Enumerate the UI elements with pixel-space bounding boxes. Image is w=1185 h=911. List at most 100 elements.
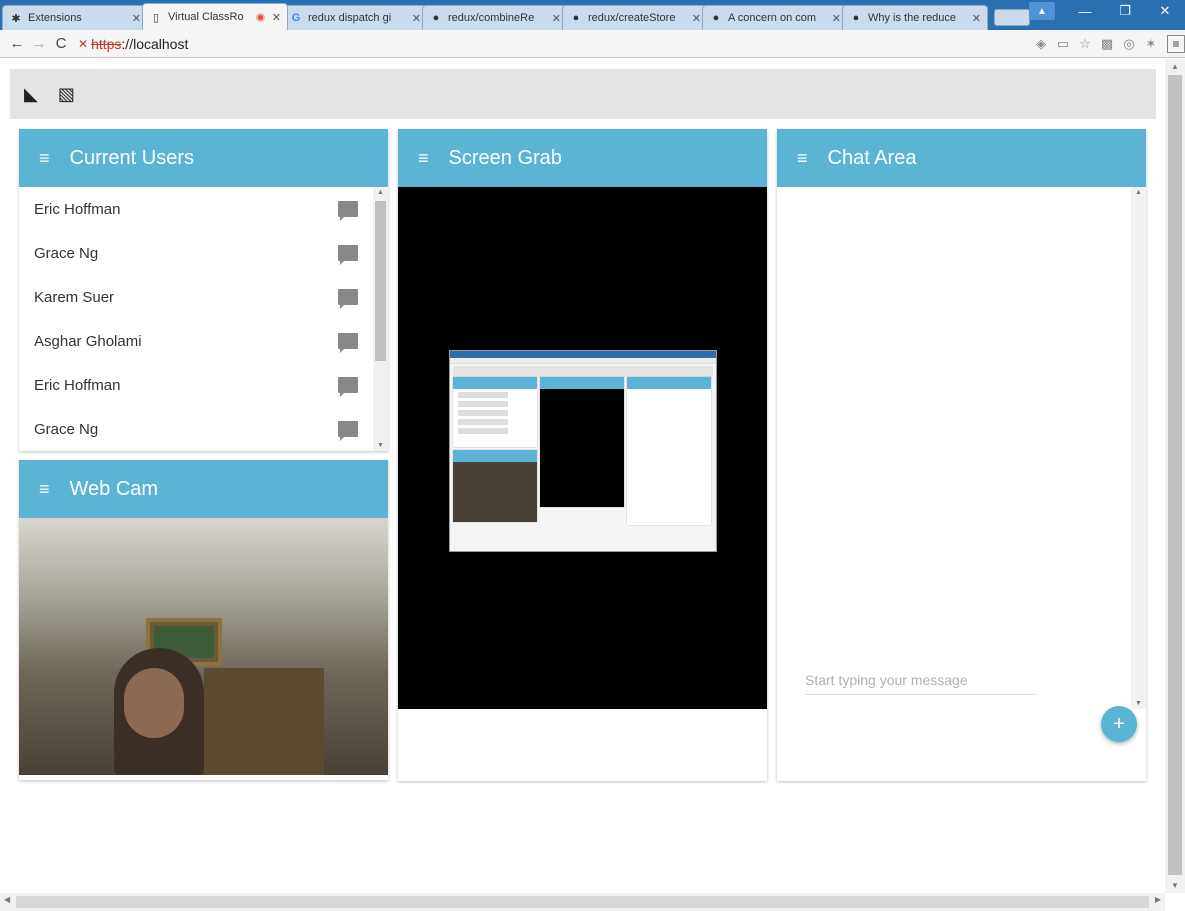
- tab-title: Virtual ClassRo: [168, 11, 244, 23]
- card-header: ≡ Current Users: [19, 129, 388, 187]
- extension-icon[interactable]: ▩: [1099, 36, 1115, 52]
- tab-title: A concern on com: [728, 12, 817, 24]
- close-tab-icon[interactable]: ✕: [272, 11, 281, 24]
- chat-bubble-icon[interactable]: [338, 245, 358, 265]
- list-item[interactable]: Eric Hoffman: [19, 187, 388, 231]
- shelf: [204, 668, 324, 775]
- browser-tab[interactable]: ● redux/createStore ✕: [562, 5, 708, 30]
- forward-icon[interactable]: →: [28, 35, 50, 52]
- tab-title: redux/combineRe: [448, 12, 535, 24]
- puzzle-icon: ✱: [11, 12, 21, 25]
- browser-tabstrip: ✱ Extensions ✕ ▯ Virtual ClassRo ✕ G red…: [0, 0, 1185, 30]
- chat-message-input[interactable]: [805, 666, 1037, 695]
- close-tab-icon[interactable]: ✕: [552, 12, 561, 25]
- insecure-lock-icon[interactable]: ✕: [78, 37, 88, 51]
- scroll-down-icon[interactable]: ▼: [1131, 700, 1146, 707]
- close-tab-icon[interactable]: ✕: [132, 12, 141, 25]
- browser-tab[interactable]: ● Why is the reduce ✕: [842, 5, 988, 30]
- scrollbar-thumb[interactable]: [375, 201, 386, 361]
- address-bar[interactable]: ✕ https://localhost: [78, 33, 1033, 55]
- github-icon: ●: [432, 12, 440, 24]
- tab-title: redux/createStore: [588, 12, 676, 24]
- star-icon[interactable]: ☆: [1077, 36, 1093, 52]
- chat-bubble-icon[interactable]: [338, 377, 358, 397]
- video-off-icon[interactable]: ◣: [24, 84, 38, 105]
- profile-icon[interactable]: ▲: [1029, 2, 1055, 20]
- close-tab-icon[interactable]: ✕: [972, 12, 981, 25]
- mini-row: [458, 410, 509, 416]
- browser-tab[interactable]: ● A concern on com ✕: [702, 5, 848, 30]
- scroll-up-icon[interactable]: ▲: [1131, 189, 1146, 196]
- send-message-button[interactable]: +: [1101, 706, 1137, 742]
- chat-bubble-icon[interactable]: [338, 333, 358, 353]
- github-icon: ●: [852, 12, 860, 24]
- chat-scrollbar[interactable]: ▲ ▼: [1131, 187, 1146, 709]
- close-tab-icon[interactable]: ✕: [832, 12, 841, 25]
- card-header: ≡ Web Cam: [19, 460, 388, 518]
- close-window-icon[interactable]: ✕: [1145, 3, 1185, 19]
- card-title: Screen Grab: [448, 146, 562, 169]
- new-tab-button[interactable]: [994, 9, 1030, 26]
- scroll-down-icon[interactable]: ▼: [373, 442, 388, 449]
- browser-tab[interactable]: ● redux/combineRe ✕: [422, 5, 568, 30]
- list-item[interactable]: Grace Ng: [19, 407, 388, 451]
- scrollbar-thumb[interactable]: [16, 896, 1149, 908]
- menu-icon[interactable]: ≡: [418, 148, 429, 169]
- page-horizontal-scrollbar[interactable]: ◀ ▶: [0, 893, 1165, 911]
- user-name: Asghar Gholami: [34, 332, 142, 350]
- scroll-right-icon[interactable]: ▶: [1155, 895, 1161, 904]
- github-icon: ●: [712, 12, 720, 24]
- mini-chat-card: [627, 377, 711, 525]
- chat-bubble-icon[interactable]: [338, 289, 358, 309]
- chat-area-card: ≡ Chat Area ▲ ▼ +: [777, 129, 1146, 781]
- shield-extension-icon[interactable]: ◈: [1033, 36, 1049, 52]
- mini-tabstrip: [450, 351, 716, 358]
- url-scheme: https: [91, 35, 122, 52]
- scroll-left-icon[interactable]: ◀: [4, 895, 10, 904]
- list-item[interactable]: Eric Hoffman: [19, 363, 388, 407]
- screen-share-off-icon[interactable]: ▧: [58, 84, 75, 105]
- chrome-menu-icon[interactable]: ≡: [1167, 34, 1185, 53]
- mini-webcam-card: [453, 450, 537, 522]
- list-item[interactable]: Karem Suer: [19, 275, 388, 319]
- user-name: Karem Suer: [34, 288, 115, 306]
- user-list-scrollbar[interactable]: ▲ ▼: [373, 187, 388, 451]
- scroll-down-icon[interactable]: ▼: [1165, 881, 1185, 890]
- cast-extension-icon[interactable]: ▭: [1055, 36, 1071, 52]
- scroll-up-icon[interactable]: ▲: [1165, 62, 1185, 71]
- scroll-up-icon[interactable]: ▲: [373, 189, 388, 196]
- mini-row: [458, 392, 509, 398]
- chat-bubble-icon[interactable]: [338, 421, 358, 441]
- browser-tab-active[interactable]: ▯ Virtual ClassRo ✕: [142, 3, 288, 30]
- current-users-card: ≡ Current Users Eric Hoffman Grace Ng Ka…: [19, 129, 388, 451]
- extension-icon[interactable]: ◎: [1121, 36, 1137, 52]
- close-tab-icon[interactable]: ✕: [692, 12, 701, 25]
- list-item[interactable]: Asghar Gholami: [19, 319, 388, 363]
- list-item[interactable]: Grace Ng: [19, 231, 388, 275]
- menu-icon[interactable]: ≡: [39, 148, 50, 169]
- user-name: Grace Ng: [34, 420, 99, 438]
- browser-tab[interactable]: ✱ Extensions ✕: [2, 5, 148, 30]
- back-icon[interactable]: ←: [6, 35, 28, 52]
- mini-header: [453, 377, 537, 389]
- extension-icon[interactable]: ✶: [1143, 36, 1159, 52]
- chat-bubble-icon[interactable]: [338, 201, 358, 221]
- mini-header: [453, 450, 537, 462]
- browser-tab[interactable]: G redux dispatch gi ✕: [282, 5, 428, 30]
- menu-icon[interactable]: ≡: [39, 479, 50, 500]
- window-controls: ▲ — ❐ ✕: [1029, 0, 1185, 22]
- minimize-icon[interactable]: —: [1065, 4, 1105, 19]
- close-tab-icon[interactable]: ✕: [412, 12, 421, 25]
- menu-icon[interactable]: ≡: [797, 148, 808, 169]
- github-icon: ●: [572, 12, 580, 24]
- recording-icon: [255, 12, 265, 22]
- restore-icon[interactable]: ❐: [1105, 3, 1145, 19]
- mini-row: [458, 428, 509, 434]
- scrollbar-thumb[interactable]: [1168, 75, 1182, 875]
- reload-icon[interactable]: C: [50, 35, 72, 52]
- chat-messages: ▲ ▼: [777, 187, 1146, 709]
- page-viewport: ◣ ▧ ≡ Current Users Eric Hoffman Grace N…: [0, 59, 1165, 893]
- card-header: ≡ Screen Grab: [398, 129, 767, 187]
- page-vertical-scrollbar[interactable]: ▲ ▼: [1165, 59, 1185, 893]
- webcam-video: [19, 518, 388, 775]
